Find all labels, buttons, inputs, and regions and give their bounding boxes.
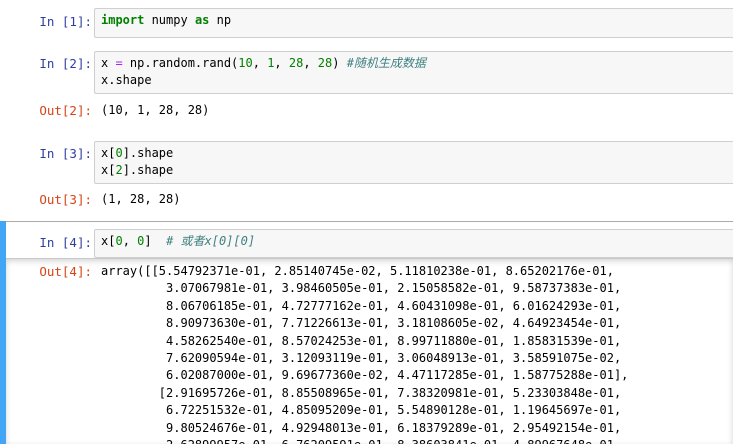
output-line: [2.91695726e-01, 8.85508965e-01, 7.38320… [101, 385, 622, 400]
code-token: 0 [115, 234, 123, 248]
output-line: array([[5.54792371e-01, 2.85140745e-02, … [101, 264, 614, 278]
code-line: import numpy as np [101, 12, 732, 29]
code-token: 10 [238, 56, 253, 70]
output-line: 4.58262540e-01, 8.57024253e-01, 8.997118… [101, 333, 622, 348]
out-prompt-3: Out[3]: [39, 192, 92, 207]
code-token: 0 [115, 146, 123, 160]
output-area-3: (1, 28, 28) [101, 191, 733, 208]
code-token: ] [144, 234, 167, 248]
code-token: as [194, 13, 210, 27]
output-line: 6.72251532e-01, 4.85095209e-01, 5.548901… [101, 403, 622, 418]
output-lines: (1, 28, 28) [101, 191, 733, 208]
notebook-cell-2[interactable]: In [2]: x = np.random.rand(10, 1, 28, 28… [0, 51, 733, 123]
code-token: ].shape [122, 146, 174, 160]
code-lines: x[0, 0] # 或者x[0][0] [101, 233, 732, 250]
code-line: x[0, 0] # 或者x[0][0] [101, 233, 732, 250]
code-line: x[0].shape [101, 145, 732, 162]
in-prompt-2: In [2]: [39, 56, 92, 71]
output-line: (1, 28, 28) [101, 192, 181, 206]
code-token: x.shape [101, 73, 152, 87]
code-line: x[2].shape [101, 162, 732, 179]
code-token: x[ [101, 146, 116, 160]
code-token: 28 [288, 56, 304, 70]
in-prompt-4: In [4]: [39, 235, 92, 250]
code-input-1[interactable]: import numpy as np [94, 8, 733, 38]
output-line: (10, 1, 28, 28) [101, 103, 210, 117]
code-token: ) [332, 56, 347, 70]
code-token: x[ [101, 234, 116, 248]
output-line: 3.07067981e-01, 3.98460505e-01, 2.150585… [101, 281, 622, 296]
code-token: ].shape [122, 163, 174, 177]
code-token: = [115, 56, 123, 70]
code-token: #随机生成数据 [346, 56, 426, 70]
output-line: 8.06706185e-01, 4.72777162e-01, 4.604310… [101, 298, 622, 313]
code-input-4[interactable]: x[0, 0] # 或者x[0][0] [94, 229, 733, 258]
code-token: , [252, 56, 268, 70]
code-lines: x[0].shape x[2].shape [101, 145, 732, 179]
output-line: 9.80524676e-01, 4.92948013e-01, 6.183792… [101, 420, 622, 435]
out-prompt-4: Out[4]: [39, 264, 92, 279]
code-token: , [303, 56, 318, 70]
code-input-2[interactable]: x = np.random.rand(10, 1, 28, 28) #随机生成数… [94, 51, 733, 94]
output-area-4: array([[5.54792371e-01, 2.85140745e-02, … [101, 263, 733, 444]
code-lines: x = np.random.rand(10, 1, 28, 28) #随机生成数… [101, 55, 732, 89]
code-line: x.shape [101, 72, 732, 89]
code-token: np.random.rand( [122, 56, 239, 70]
output-line: 2.62899957e-01, 6.76209591e-01, 8.386038… [101, 437, 733, 444]
in-prompt-1: In [1]: [39, 14, 92, 29]
code-line: x = np.random.rand(10, 1, 28, 28) #随机生成数… [101, 55, 732, 72]
notebook-cell-3[interactable]: In [3]: x[0].shape x[2].shape Out[3]: (1,… [0, 141, 733, 213]
code-token: x[ [101, 163, 116, 177]
output-line: 7.62090594e-01, 3.12093119e-01, 3.060489… [101, 350, 622, 365]
code-token: , [274, 56, 289, 70]
output-line: 8.90973630e-01, 7.71226613e-01, 3.181086… [101, 316, 622, 331]
code-lines: import numpy as np [101, 12, 732, 29]
code-input-3[interactable]: x[0].shape x[2].shape [94, 141, 733, 184]
in-prompt-3: In [3]: [39, 146, 92, 161]
notebook-cell-1[interactable]: In [1]: import numpy as np [0, 8, 733, 38]
code-token: x [101, 56, 116, 70]
output-cell-4: Out[4]: array([[5.54792371e-01, 2.851407… [0, 263, 733, 444]
code-token: 28 [317, 56, 333, 70]
code-token: np [209, 13, 232, 27]
output-area-2: (10, 1, 28, 28) [101, 102, 733, 119]
output-line: 6.02087000e-01, 9.69677360e-02, 4.471172… [101, 368, 629, 383]
output-lines: array([[5.54792371e-01, 2.85140745e-02, … [101, 263, 733, 444]
output-lines: (10, 1, 28, 28) [101, 102, 733, 119]
code-token: numpy [144, 13, 195, 27]
code-token: # 或者x[0][0] [166, 234, 256, 248]
code-token: import [101, 13, 145, 27]
code-token: 2 [115, 163, 123, 177]
code-token: , [122, 234, 138, 248]
out-prompt-2: Out[2]: [39, 103, 92, 118]
